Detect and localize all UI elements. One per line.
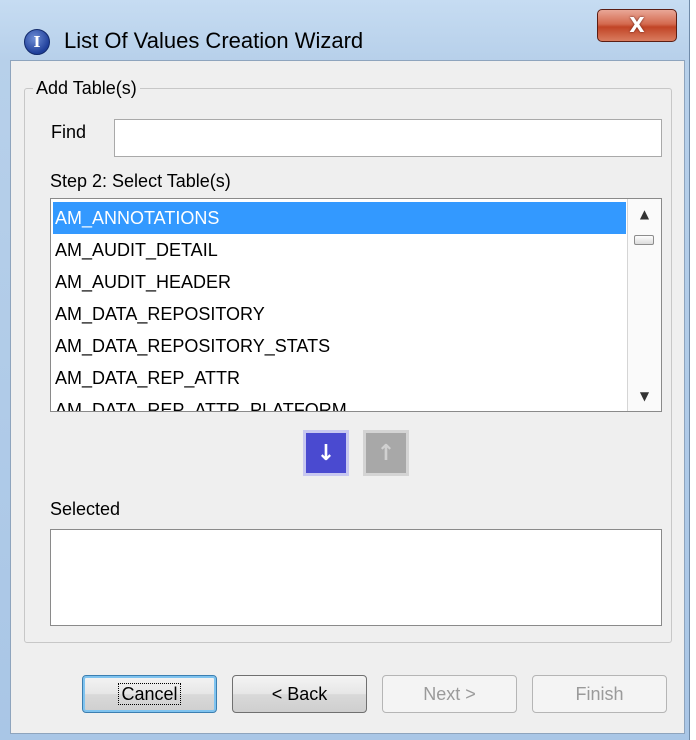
scroll-up-arrow-icon[interactable]: ▲ (628, 203, 661, 225)
selected-label: Selected (50, 499, 121, 519)
find-label: Find (51, 122, 87, 142)
finish-button[interactable]: Finish (532, 675, 667, 713)
selected-tables-list[interactable] (50, 529, 662, 626)
list-item[interactable]: AM_AUDIT_HEADER (53, 266, 626, 298)
table-list-items: AM_ANNOTATIONS AM_AUDIT_DETAIL AM_AUDIT_… (53, 202, 626, 411)
info-icon: I (24, 29, 50, 55)
scroll-thumb[interactable] (634, 235, 654, 245)
list-item[interactable]: AM_ANNOTATIONS (53, 202, 626, 234)
back-button[interactable]: < Back (232, 675, 367, 713)
window-title: List Of Values Creation Wizard (64, 28, 364, 53)
list-item[interactable]: AM_DATA_REPOSITORY (53, 298, 626, 330)
list-item[interactable]: AM_DATA_REPOSITORY_STATS (53, 330, 626, 362)
cancel-button-label: Cancel (118, 683, 181, 705)
list-item[interactable]: AM_AUDIT_DETAIL (53, 234, 626, 266)
title-bar[interactable]: I List Of Values Creation Wizard X (0, 0, 690, 60)
scroll-down-arrow-icon[interactable]: ▼ (628, 385, 661, 407)
list-scrollbar[interactable]: ▲ ▼ (627, 199, 661, 411)
find-input[interactable] (114, 119, 662, 157)
move-down-button[interactable]: ↓ (303, 430, 349, 476)
next-button[interactable]: Next > (382, 675, 517, 713)
list-item[interactable]: AM_DATA_REP_ATTR_PLATFORM (53, 394, 626, 411)
list-item[interactable]: AM_DATA_REP_ATTR (53, 362, 626, 394)
close-button[interactable]: X (597, 9, 677, 42)
group-legend: Add Table(s) (33, 78, 140, 99)
step-label: Step 2: Select Table(s) (50, 171, 231, 191)
move-up-button[interactable]: ↑ (363, 430, 409, 476)
table-list[interactable]: AM_ANNOTATIONS AM_AUDIT_DETAIL AM_AUDIT_… (50, 198, 662, 412)
cancel-button[interactable]: Cancel (82, 675, 217, 713)
